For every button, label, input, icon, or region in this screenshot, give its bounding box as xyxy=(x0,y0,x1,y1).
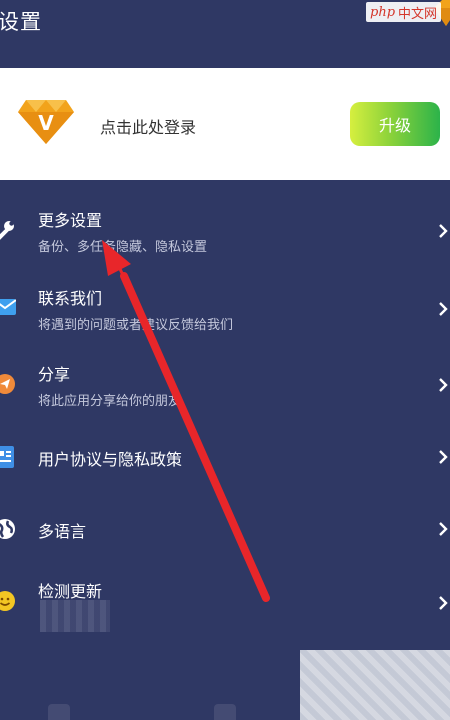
wrench-icon xyxy=(0,221,14,240)
watermark-php: php xyxy=(370,4,396,20)
vip-diamond-icon: V xyxy=(18,100,74,144)
menu-subtitle: 将此应用分享给你的朋友 xyxy=(38,394,182,409)
menu-title: 多语言 xyxy=(38,522,87,541)
login-prompt[interactable]: 点击此处登录 xyxy=(100,114,196,138)
chevron-right-icon xyxy=(439,378,448,392)
login-card[interactable]: V 点击此处登录 升级 xyxy=(0,68,450,180)
settings-screen: 设置 php 中文网 V 点击此处登录 升级 更多设置 备份、多任务隐藏、隐私设… xyxy=(0,0,450,720)
smiley-icon xyxy=(0,591,15,611)
menu-subtitle: 备份、多任务隐藏、隐私设置 xyxy=(38,240,208,255)
globe-icon xyxy=(0,519,15,539)
watermark-site: 中文网 xyxy=(398,6,438,22)
site-watermark: php 中文网 xyxy=(366,2,442,22)
vip-letter: V xyxy=(38,111,54,135)
menu-title: 用户协议与隐私政策 xyxy=(38,450,183,469)
menu-item-more-settings[interactable]: 更多设置 备份、多任务隐藏、隐私设置 xyxy=(0,196,450,266)
chevron-right-icon xyxy=(439,302,448,316)
menu-item-share[interactable]: 分享 将此应用分享给你的朋友 xyxy=(0,350,450,420)
chevron-right-icon xyxy=(439,522,448,536)
chevron-right-icon xyxy=(439,224,448,238)
menu-item-language[interactable]: 多语言 xyxy=(0,494,450,564)
menu-item-contact-us[interactable]: 联系我们 将遇到的问题或者建议反馈给我们 xyxy=(0,274,450,344)
page-title: 设置 xyxy=(0,10,42,34)
menu-subtitle: 将遇到的问题或者建议反馈给我们 xyxy=(38,318,234,333)
chevron-right-icon xyxy=(439,450,448,464)
chevron-right-icon xyxy=(439,596,448,610)
menu-item-agreement[interactable]: 用户协议与隐私政策 xyxy=(0,422,450,492)
bottom-tab-icon[interactable] xyxy=(48,704,70,720)
menu-title: 联系我们 xyxy=(38,289,103,308)
document-icon xyxy=(0,446,14,468)
share-icon xyxy=(0,374,15,394)
bottom-tab-icon[interactable] xyxy=(214,704,236,720)
blurred-version-text xyxy=(40,600,110,632)
image-noise-corner xyxy=(300,650,450,720)
menu-title: 更多设置 xyxy=(38,211,103,230)
mail-icon xyxy=(0,299,16,315)
menu-title: 分享 xyxy=(38,365,71,384)
upgrade-button[interactable]: 升级 xyxy=(350,102,440,146)
menu-title: 检测更新 xyxy=(38,582,103,601)
